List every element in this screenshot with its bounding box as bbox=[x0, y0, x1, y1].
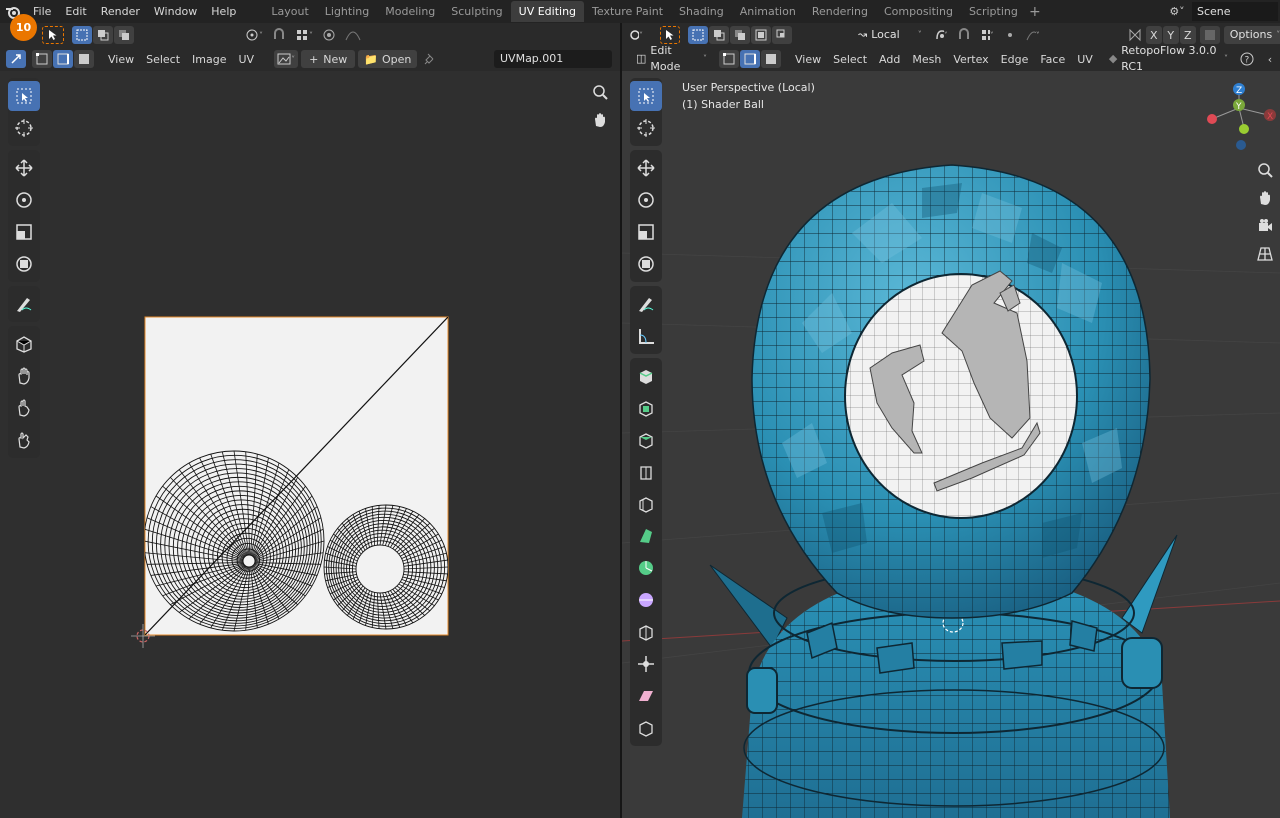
undo-count-badge: 10 bbox=[10, 14, 37, 41]
vp-scale-icon[interactable] bbox=[630, 217, 662, 247]
vp-rotate-icon[interactable] bbox=[630, 185, 662, 215]
menu-render[interactable]: Render bbox=[94, 0, 147, 23]
tab-sculpting[interactable]: Sculpting bbox=[443, 1, 510, 22]
bevel-icon[interactable] bbox=[630, 457, 662, 487]
smooth-icon[interactable] bbox=[630, 617, 662, 647]
tab-uv-editing[interactable]: UV Editing bbox=[510, 1, 585, 22]
vp-annotate-icon[interactable] bbox=[630, 289, 662, 319]
navigation-gizmo[interactable]: Z Y X bbox=[1207, 83, 1276, 150]
shrink-fatten-icon[interactable] bbox=[630, 649, 662, 679]
scene-icon[interactable]: ⚙˅ bbox=[1162, 5, 1192, 18]
vp-tool-group-select bbox=[630, 78, 662, 146]
vp-zoom-icon[interactable] bbox=[1254, 159, 1276, 181]
measure-icon[interactable] bbox=[630, 321, 662, 351]
add-cube-icon[interactable] bbox=[630, 361, 662, 391]
tab-scripting[interactable]: Scripting bbox=[961, 1, 1026, 22]
poly-build-icon[interactable] bbox=[630, 553, 662, 583]
camera-view-icon[interactable] bbox=[1254, 215, 1276, 237]
vp-transform-icon[interactable] bbox=[630, 249, 662, 279]
shear-icon[interactable] bbox=[630, 681, 662, 711]
vp-select-box-icon[interactable] bbox=[630, 81, 662, 111]
scene-selector: ⚙˅ Scene bbox=[1162, 0, 1280, 23]
tab-rendering[interactable]: Rendering bbox=[804, 1, 876, 22]
tab-compositing[interactable]: Compositing bbox=[876, 1, 961, 22]
vp-cursor-icon[interactable] bbox=[630, 113, 662, 143]
tab-layout[interactable]: Layout bbox=[263, 1, 316, 22]
knife-icon[interactable] bbox=[630, 521, 662, 551]
spin-icon[interactable] bbox=[630, 585, 662, 615]
menu-edit[interactable]: Edit bbox=[58, 0, 93, 23]
menu-help[interactable]: Help bbox=[204, 0, 243, 23]
scene-name-field[interactable]: Scene bbox=[1192, 2, 1278, 21]
loop-cut-icon[interactable] bbox=[630, 489, 662, 519]
viewport-toolbar bbox=[629, 78, 663, 750]
uv-canvas[interactable] bbox=[0, 23, 620, 818]
svg-text:Z: Z bbox=[1236, 86, 1242, 96]
top-bar: File Edit Render Window Help Layout Ligh… bbox=[0, 0, 1280, 23]
svg-text:X: X bbox=[1267, 112, 1273, 122]
viewport-panel: ˅ ↝ Local ˅ ˅ ˅ ˅ X Y Z Options ˅ ◫ Edit… bbox=[622, 23, 1280, 818]
inset-icon[interactable] bbox=[630, 425, 662, 455]
rip-icon[interactable] bbox=[630, 713, 662, 743]
add-workspace-icon[interactable]: + bbox=[1026, 4, 1044, 20]
tab-shading[interactable]: Shading bbox=[671, 1, 732, 22]
tab-animation[interactable]: Animation bbox=[732, 1, 804, 22]
vp-tool-group-annotate bbox=[630, 286, 662, 354]
vp-tool-group-transform bbox=[630, 150, 662, 282]
extrude-icon[interactable] bbox=[630, 393, 662, 423]
uv-editor-panel: ˅ ˅ View Select Image UV ˅ + New 📁 Open UV… bbox=[0, 23, 620, 818]
menu-window[interactable]: Window bbox=[147, 0, 204, 23]
viewport-scene[interactable]: Z Y X bbox=[622, 23, 1280, 818]
right-spike bbox=[1121, 534, 1178, 634]
workspace-tabs: Layout Lighting Modeling Sculpting UV Ed… bbox=[263, 0, 1044, 23]
shader-ball-sphere bbox=[751, 164, 1151, 619]
tab-texture-paint[interactable]: Texture Paint bbox=[584, 1, 671, 22]
vp-tool-group-mesh bbox=[630, 358, 662, 746]
vp-move-icon[interactable] bbox=[630, 153, 662, 183]
perspective-grid-icon[interactable] bbox=[1254, 243, 1276, 265]
tab-lighting[interactable]: Lighting bbox=[317, 1, 377, 22]
svg-text:Y: Y bbox=[1235, 102, 1242, 112]
tab-modeling[interactable]: Modeling bbox=[377, 1, 443, 22]
vp-pan-hand-icon[interactable] bbox=[1254, 187, 1276, 209]
